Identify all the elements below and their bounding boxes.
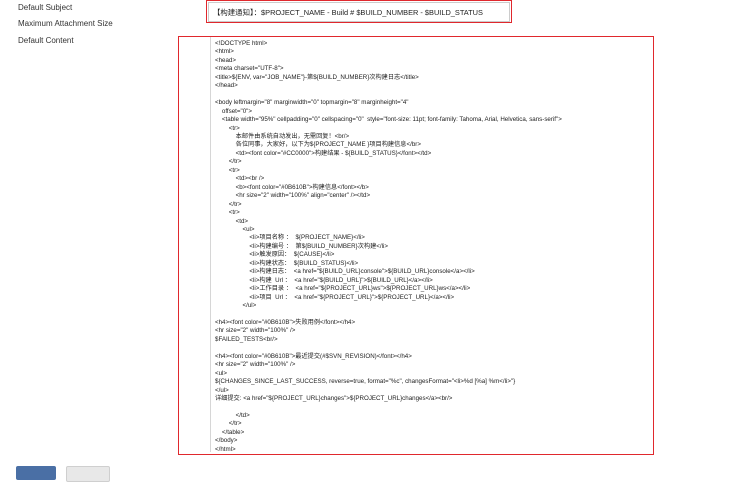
default-subject-value: 【构建通知】：$PROJECT_NAME - Build # $BUILD_NU… xyxy=(213,8,483,17)
default-content-label: Default Content xyxy=(18,36,74,45)
apply-button[interactable] xyxy=(66,466,110,482)
default-content-textarea[interactable]: <!DOCTYPE html> <html> <head> <meta char… xyxy=(210,36,651,452)
max-attachment-size-label: Maximum Attachment Size xyxy=(18,19,113,28)
default-subject-input[interactable]: 【构建通知】：$PROJECT_NAME - Build # $BUILD_NU… xyxy=(208,2,510,22)
default-content-value: <!DOCTYPE html> <html> <head> <meta char… xyxy=(215,40,562,452)
default-subject-label: Default Subject xyxy=(18,3,73,12)
save-button[interactable] xyxy=(16,466,56,480)
